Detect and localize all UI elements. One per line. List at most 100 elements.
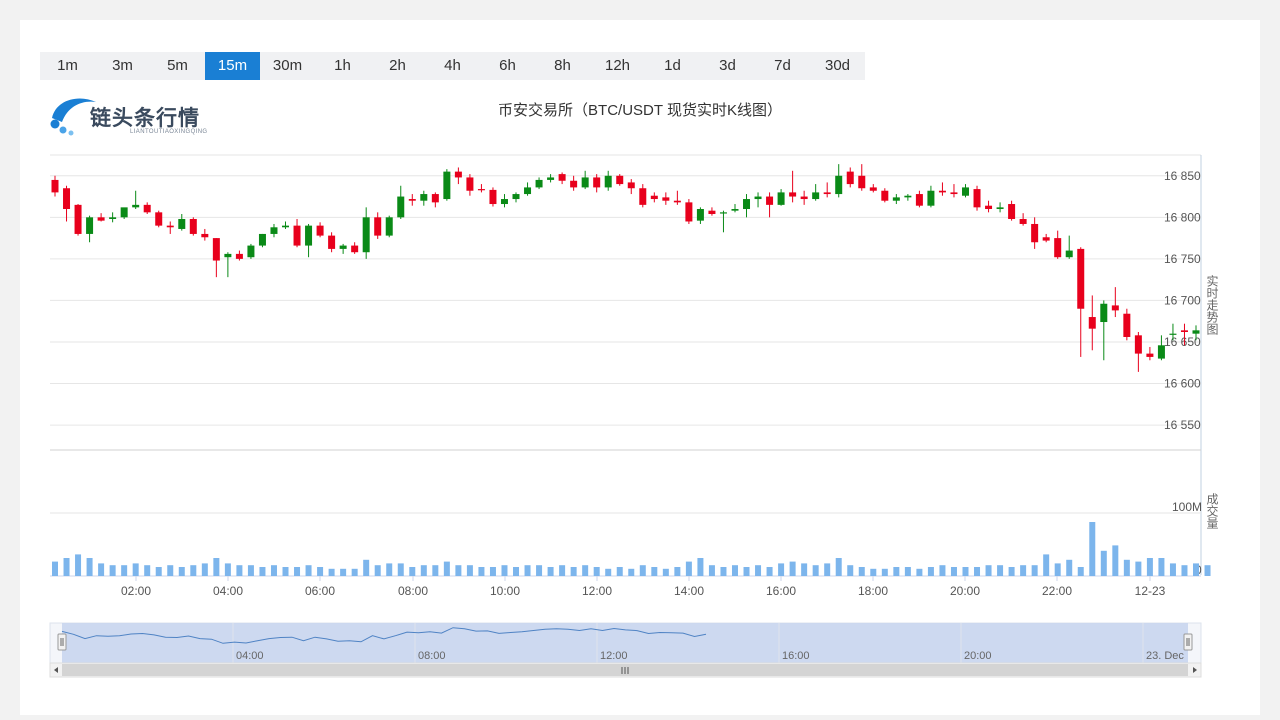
volume-bar (524, 565, 531, 576)
volume-bar (697, 558, 704, 576)
volume-bar (75, 554, 82, 576)
volume-bar (397, 563, 404, 576)
volume-bar (997, 565, 1004, 576)
candle-body (996, 207, 1004, 210)
candle-body (835, 175, 843, 195)
volume-bar (1158, 558, 1165, 576)
candle-body (639, 188, 647, 205)
price-tick-label: 16 800 (1164, 210, 1201, 224)
volume-bar (155, 567, 162, 576)
candle-body (708, 210, 716, 214)
volume-axis-title: 成交量 (1205, 493, 1219, 529)
candle-body (570, 180, 578, 188)
candle-body (282, 225, 290, 228)
navigator-label: 04:00 (236, 650, 264, 662)
candle-body (604, 175, 612, 188)
volume-bar (1169, 563, 1176, 576)
price-tick-label: 16 550 (1164, 418, 1201, 432)
volume-bar (351, 568, 358, 576)
candle-body (374, 217, 382, 236)
navigator-label: 16:00 (782, 650, 810, 662)
volume-bar (708, 565, 715, 576)
candle-body (235, 253, 243, 259)
volume-bar (190, 565, 197, 576)
volume-bar (109, 565, 116, 576)
candle-body (524, 187, 532, 195)
candle-body (1180, 330, 1188, 332)
volume-bar (501, 565, 508, 576)
volume-bar (962, 567, 969, 576)
volume-bar (1054, 563, 1061, 576)
candle-body (178, 218, 186, 229)
candle-body (1077, 248, 1085, 309)
volume-bar (420, 565, 427, 576)
candle-body (800, 196, 808, 200)
x-tick-label: 20:00 (950, 584, 980, 598)
volume-bar (52, 561, 58, 576)
volume-bar (1031, 565, 1038, 576)
candle-body (1134, 335, 1142, 354)
volume-bar (1181, 565, 1188, 576)
candle-body (316, 225, 324, 236)
candle-body (869, 187, 877, 191)
volume-bar (259, 567, 266, 576)
volume-bar (766, 567, 773, 576)
candle-body (293, 225, 301, 246)
candle-body (86, 217, 94, 234)
candle-body (454, 171, 462, 178)
candle-body (466, 177, 474, 191)
volume-bar (132, 563, 139, 576)
volume-bar (144, 565, 151, 576)
volume-bar (1204, 565, 1211, 576)
candle-body (339, 245, 347, 249)
candle-body (1169, 333, 1177, 335)
volume-bar (317, 567, 324, 576)
x-tick-label: 10:00 (490, 584, 520, 598)
candle-body (489, 189, 497, 205)
x-tick-label: 04:00 (213, 584, 243, 598)
volume-bar (789, 561, 796, 576)
candle-body (512, 194, 520, 200)
volume-bar (974, 567, 981, 576)
volume-bar (374, 565, 381, 576)
candle-body (743, 199, 751, 210)
navigator-label: 20:00 (964, 650, 992, 662)
candle-body (1054, 238, 1062, 258)
volume-bar (455, 565, 462, 576)
volume-bar (63, 558, 70, 576)
volume-bar (294, 567, 301, 576)
volume-bar (536, 565, 543, 576)
navigator-left-handle[interactable] (57, 633, 67, 651)
candle-body (696, 209, 704, 221)
volume-bar (547, 567, 554, 576)
candle-body (443, 171, 451, 200)
x-tick-label: 08:00 (398, 584, 428, 598)
x-tick-label: 06:00 (305, 584, 335, 598)
volume-bar (489, 567, 496, 576)
volume-tick-label: 100M (1172, 500, 1202, 514)
candle-body (63, 188, 71, 210)
candle-body (500, 199, 508, 205)
candle-body (1042, 237, 1050, 241)
candle-body (950, 192, 958, 195)
volume-bar (1112, 545, 1119, 576)
volume-bar (720, 567, 727, 576)
x-tick-label: 12-23 (1135, 584, 1166, 598)
candle-body (593, 177, 601, 188)
volume-bar (639, 565, 646, 576)
volume-bar (213, 558, 220, 576)
candle-body (731, 209, 739, 211)
volume-bar (340, 568, 347, 576)
volume-bar (1100, 550, 1107, 576)
price-tick-label: 16 600 (1164, 377, 1201, 391)
candle-body (247, 245, 255, 258)
volume-bar (685, 561, 692, 576)
volume-bar (950, 567, 957, 576)
candle-body (858, 175, 866, 189)
candle-body (1146, 353, 1154, 357)
navigator-right-handle[interactable] (1183, 633, 1193, 651)
candle-body (1111, 305, 1119, 311)
candle-body (270, 227, 278, 234)
candle-body (1157, 345, 1165, 359)
volume-bar (801, 563, 808, 576)
